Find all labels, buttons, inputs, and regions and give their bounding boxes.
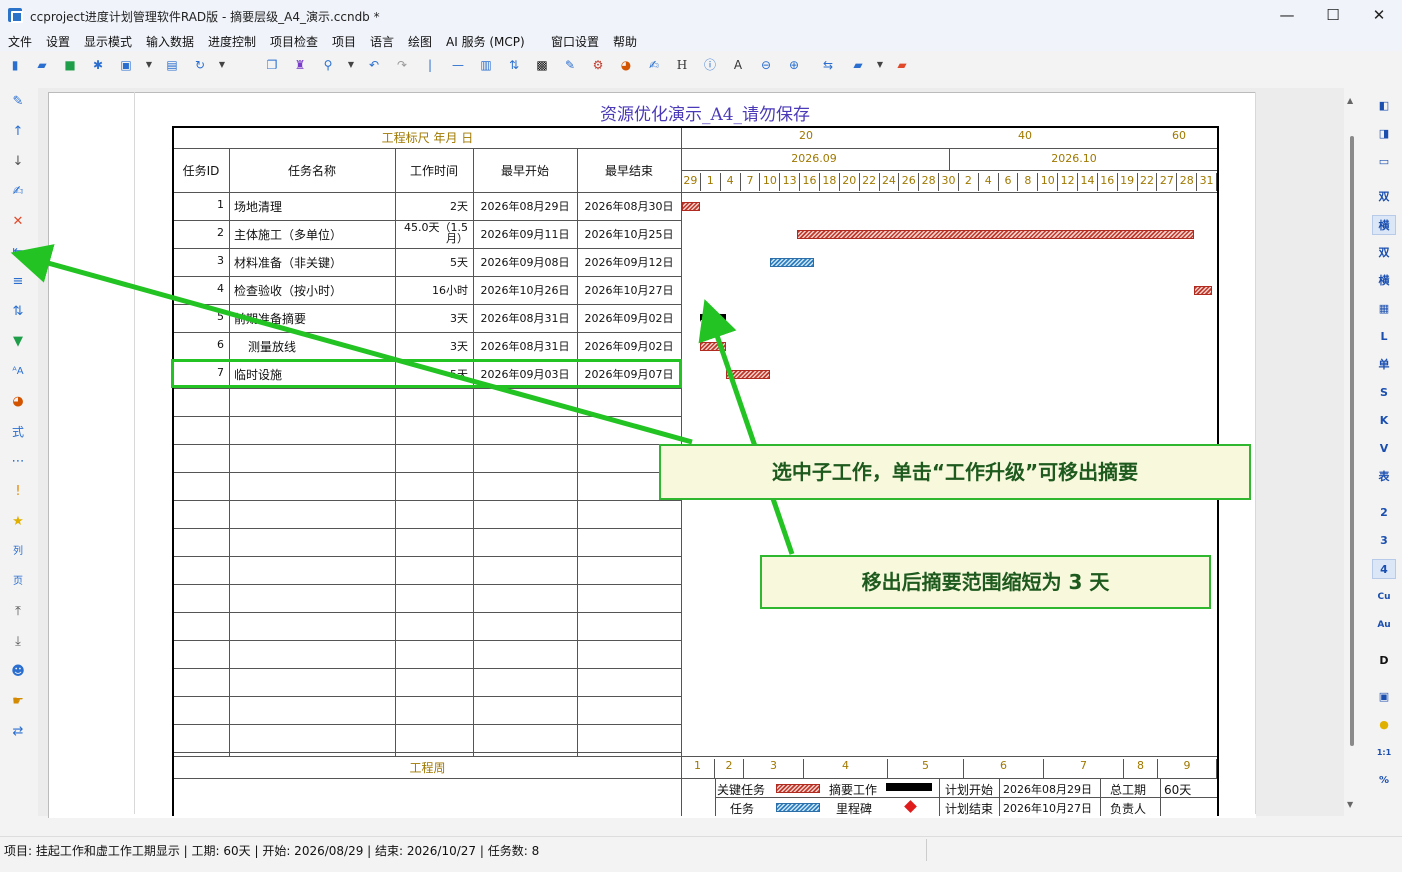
status-text: 项目: 挂起工作和虚工作工期显示 | 工期: 60天 | 开始: 2026/08…	[4, 844, 540, 858]
app-window: ccproject进度计划管理软件RAD版 - 摘要层级_A4_演示.ccndb…	[0, 0, 1402, 872]
callout-summary-range: 移出后摘要范围缩短为 3 天	[760, 555, 1211, 609]
status-bar: 项目: 挂起工作和虚工作工期显示 | 工期: 60天 | 开始: 2026/08…	[0, 836, 1402, 862]
annotation-arrows	[10, 244, 795, 555]
status-divider	[926, 839, 927, 861]
callout-upgrade-hint: 选中子工作，单击“工作升级”可移出摘要	[659, 444, 1251, 500]
